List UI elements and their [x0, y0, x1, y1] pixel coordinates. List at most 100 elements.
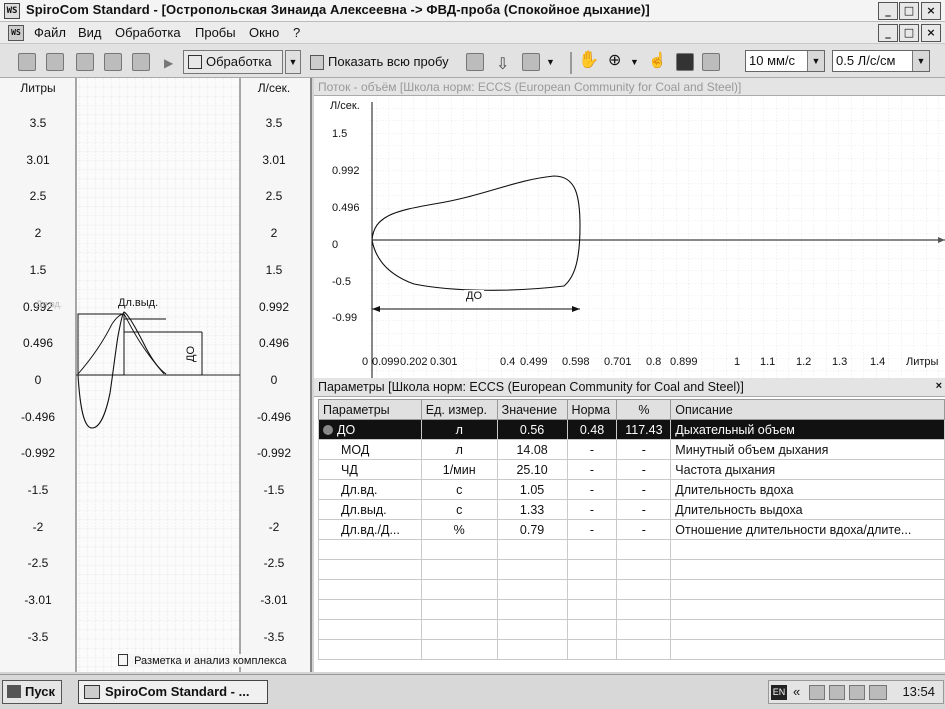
param-norm: 0.48	[566, 419, 618, 440]
spirogram-panel[interactable]: Литры Л/сек. 3.5 3.5 3.01 3.01 2.5 2.5 2 2 1.5 1.…	[0, 78, 312, 672]
save-icon[interactable]	[46, 53, 64, 71]
col-description[interactable]: Описание	[670, 399, 945, 420]
language-indicator[interactable]: EN	[771, 685, 787, 700]
empty-cell	[318, 539, 422, 560]
graph-x-tick-label: 0.4	[500, 356, 516, 368]
table-row[interactable]: Дл.вд. с 1.05- - Длительность вдоха	[318, 479, 945, 500]
right-tick-label: 3.5	[265, 116, 283, 130]
col-param[interactable]: Параметры	[318, 399, 422, 420]
document-new-icon[interactable]	[76, 53, 94, 71]
left-tick-label: 0.496	[22, 336, 54, 351]
graph-y-tick-label: -0.5	[332, 276, 351, 288]
right-tick-label: -0.992	[256, 446, 292, 461]
minimize-button[interactable]: _	[878, 2, 898, 20]
mdi-minimize-button[interactable]: _	[878, 24, 898, 42]
menu-samples[interactable]: Пробы	[195, 25, 236, 40]
table-row[interactable]: Дл.выд. с 1.33- - Длительность выдоха	[318, 499, 945, 520]
taskbar-app-button[interactable]: SpiroCom Standard - ...	[78, 680, 268, 704]
mdi-close-button[interactable]: ×	[921, 24, 941, 42]
security-icon[interactable]	[849, 685, 865, 700]
param-name: Дл.вд./Д...	[318, 519, 422, 540]
param-name: ЧД	[318, 459, 422, 480]
analysis-footer[interactable]: Разметка и анализ комплекса	[118, 654, 287, 667]
speed-select[interactable]: 10 мм/с ▼	[745, 50, 825, 72]
graph-x-tick-label: 0.499	[520, 356, 548, 368]
arrow-down-icon[interactable]: ⇩	[496, 54, 509, 74]
menu-processing[interactable]: Обработка	[115, 25, 181, 40]
left-tick-label: -2	[32, 519, 44, 534]
table-row[interactable]: ЧД 1/мин 25.10- - Частота дыхания	[318, 459, 945, 480]
table-row[interactable]: ДО л 0.56 0.48 117.43 Дыхательный объем	[318, 419, 945, 440]
table-row[interactable]: МОД л 14.08- - Минутный объем дыхания	[318, 439, 945, 460]
col-percent[interactable]: %	[616, 399, 672, 420]
print-icon[interactable]	[104, 53, 122, 71]
param-value: 1.05	[496, 479, 568, 500]
graph-x-tick-label: 0.202	[400, 356, 428, 368]
param-name: ДО	[318, 419, 422, 440]
export-dropdown-icon[interactable]: ▼	[546, 57, 555, 67]
menu-help[interactable]: ?	[293, 25, 300, 40]
menu-file[interactable]: Файл	[34, 25, 66, 40]
empty-cell	[420, 579, 498, 600]
empty-cell	[318, 599, 422, 620]
markup-icon[interactable]	[702, 53, 720, 71]
close-icon[interactable]: ×	[936, 380, 942, 392]
empty-cell	[318, 619, 422, 640]
crosshair-icon[interactable]: ⊕	[608, 50, 621, 70]
graph-x-tick-label: 0.301	[430, 356, 458, 368]
label-tidal-volume: ДО	[185, 345, 198, 363]
crosshair-dropdown-icon[interactable]: ▼	[630, 57, 639, 67]
left-tick-label: -3.01	[24, 593, 52, 608]
left-tick-label: -0.496	[20, 409, 56, 424]
sample-icon	[310, 55, 324, 70]
graph-x-tick-label: 1	[734, 356, 741, 368]
right-tick-label: -3.01	[260, 593, 288, 608]
table-row[interactable]: Дл.вд./Д...% 0.79- - Отношение длительности…	[318, 519, 945, 540]
stamp-icon[interactable]	[466, 53, 484, 71]
start-button[interactable]: Пуск	[2, 680, 62, 704]
col-value[interactable]: Значение	[496, 399, 568, 420]
show-sample-button[interactable]: Показать всю пробу	[305, 50, 457, 74]
flow-volume-canvas[interactable]	[314, 96, 945, 378]
param-unit: с	[420, 499, 498, 520]
play-icon[interactable]: ▶	[164, 56, 173, 70]
param-description: Минутный объем дыхания	[670, 439, 945, 460]
chevron-down-icon: ▼	[807, 51, 824, 71]
volume-icon[interactable]	[829, 685, 845, 700]
empty-cell	[420, 599, 498, 620]
right-tick-label: -2.5	[263, 556, 285, 571]
col-norm[interactable]: Норма	[566, 399, 618, 420]
process-button[interactable]: Обработка	[183, 50, 283, 74]
hand-icon[interactable]: ✋	[578, 50, 599, 70]
menu-view[interactable]: Вид	[78, 25, 102, 40]
start-label: Пуск	[25, 684, 55, 699]
col-unit[interactable]: Ед. измер.	[420, 399, 498, 420]
printer-icon[interactable]	[869, 685, 887, 700]
toolbar-separator	[570, 52, 572, 74]
close-button[interactable]: ×	[921, 2, 941, 20]
flow-volume-panel[interactable]: Поток - объём [Школа норм: ECCS (Europea…	[314, 78, 945, 378]
menu-bar: WS Файл Вид Обработка Пробы Окно ? _ □ ×	[0, 22, 945, 44]
process-dropdown-arrow[interactable]: ▼	[285, 50, 301, 74]
mdi-restore-button[interactable]: □	[899, 24, 919, 42]
param-value: 14.08	[496, 439, 568, 460]
empty-table-row	[318, 599, 945, 620]
pointer-icon[interactable]: ☝	[648, 51, 667, 69]
restore-button[interactable]: □	[899, 2, 919, 20]
graph-x-tick-label: 0.8	[646, 356, 662, 368]
document-icon[interactable]: WS	[8, 25, 24, 41]
flow-scale-select[interactable]: 0.5 Л/с/см ▼	[832, 50, 930, 72]
empty-cell	[616, 559, 672, 580]
eraser-icon[interactable]	[676, 53, 694, 71]
export-icon[interactable]	[522, 53, 540, 71]
tray-expand-icon[interactable]: «	[793, 684, 800, 699]
menu-window[interactable]: Окно	[249, 25, 279, 40]
taskbar-app-label: SpiroCom Standard - ...	[105, 684, 250, 699]
graph-x-tick-label: 1.1	[760, 356, 776, 368]
network-icon[interactable]	[809, 685, 825, 700]
app-icon[interactable]: WS	[4, 3, 20, 19]
parameters-header: Параметры [Школа норм: ECCS (European Co…	[314, 378, 945, 397]
settings-icon[interactable]	[132, 53, 150, 71]
patient-icon[interactable]	[18, 53, 36, 71]
graph-y-title: Л/сек.	[330, 100, 360, 112]
